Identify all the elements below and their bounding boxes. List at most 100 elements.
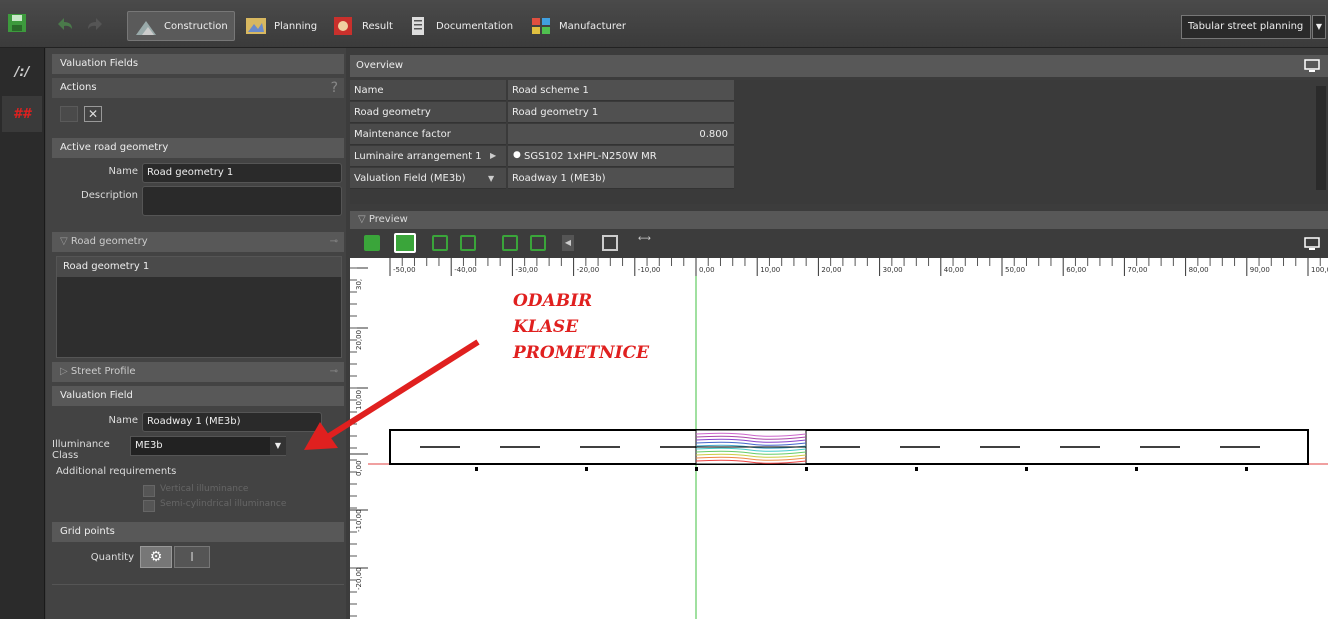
x-tick-label: 50,00 — [1005, 266, 1025, 274]
x-tick-label: 0,00 — [699, 266, 715, 274]
list-item[interactable]: Road geometry 1 — [57, 257, 341, 277]
construction-icon — [136, 21, 156, 35]
view-front-icon[interactable] — [432, 235, 448, 251]
row-value[interactable]: Roadway 1 (ME3b) — [508, 168, 734, 189]
pole-marker — [585, 467, 588, 471]
text-cursor-icon[interactable]: I — [174, 546, 210, 568]
chevron-down-icon[interactable]: ▼ — [1312, 15, 1326, 39]
description-label: Description — [81, 190, 138, 201]
measure-icon[interactable]: ⟷ — [638, 234, 651, 244]
main-toolbar: Construction Planning Result Documentati… — [0, 0, 1328, 48]
road-view-icon[interactable]: /:/ — [2, 54, 42, 90]
expand-icon: ▷ — [60, 366, 71, 377]
valuation-fields-header: Valuation Fields — [52, 54, 344, 74]
y-tick-label: -20,00 — [355, 567, 363, 590]
checkbox-label: Vertical illuminance — [160, 484, 249, 494]
divider — [52, 584, 344, 585]
geometry-name-input[interactable]: Road geometry 1 — [142, 163, 342, 183]
view-back-icon[interactable] — [460, 235, 476, 251]
road-hatch-icon[interactable]: ## — [2, 96, 42, 132]
table-row[interactable]: Valuation Field (ME3b) ▼ Roadway 1 (ME3b… — [350, 168, 735, 190]
row-name: Luminaire arrangement 1 — [350, 146, 506, 167]
vertical-illuminance-checkbox[interactable] — [143, 485, 155, 497]
redo-icon[interactable] — [84, 12, 106, 34]
pole-marker — [1245, 467, 1248, 471]
view-left-icon[interactable] — [502, 235, 518, 251]
x-tick-label: 80,00 — [1189, 266, 1209, 274]
row-value[interactable]: Road geometry 1 — [508, 102, 734, 123]
preview-header[interactable]: ▽ Preview — [350, 211, 1328, 229]
zoom-fit-icon[interactable] — [602, 235, 618, 251]
annotation-line: KLASE — [513, 317, 579, 337]
row-name: Road geometry — [350, 102, 506, 123]
chevron-left-icon[interactable]: ◀ — [562, 235, 574, 251]
annotation-line: ODABIR — [513, 291, 593, 311]
monitor-icon[interactable] — [1304, 237, 1320, 251]
row-value[interactable]: Road scheme 1 — [508, 80, 734, 101]
view-3d-icon[interactable] — [364, 235, 380, 251]
road-geometry-header[interactable]: ▽ Road geometry ⊸ — [52, 232, 344, 252]
section-title: Valuation Fields — [60, 58, 139, 69]
monitor-icon[interactable] — [1304, 59, 1320, 73]
x-tick-label: -30,00 — [515, 266, 538, 274]
annotation-text: ODABIR KLASE PROMETNICE — [513, 288, 649, 366]
manufacturer-icon — [532, 18, 550, 34]
tab-result[interactable]: Result — [326, 11, 399, 41]
section-title: Overview — [356, 60, 404, 71]
y-tick-label: 30, — [355, 279, 363, 290]
illuminance-class-label: Illuminance Class — [52, 439, 110, 461]
mode-select[interactable]: Tabular street planning — [1181, 15, 1311, 39]
section-title: Grid points — [60, 526, 115, 537]
tab-label: Construction — [164, 20, 228, 32]
planning-icon — [246, 18, 266, 34]
y-tick-label: -10,00 — [355, 509, 363, 532]
chevron-down-icon[interactable]: ▼ — [488, 174, 494, 183]
tab-construction[interactable]: Construction — [127, 11, 235, 41]
row-value[interactable]: SGS102 1xHPL-N250W MR — [508, 146, 734, 167]
table-row[interactable]: Name Road scheme 1 — [350, 80, 735, 102]
add-action-icon[interactable] — [60, 106, 78, 122]
pole-marker — [1025, 467, 1028, 471]
tab-label: Documentation — [436, 20, 514, 32]
row-name: Name — [350, 80, 506, 101]
gear-icon[interactable]: ⚙ — [140, 546, 172, 568]
view-top-icon[interactable] — [394, 233, 416, 253]
view-right-icon[interactable] — [530, 235, 546, 251]
section-title: Preview — [368, 214, 408, 225]
semi-cylindrical-illuminance-checkbox[interactable] — [143, 500, 155, 512]
pole-marker — [695, 467, 698, 471]
delete-action-icon[interactable]: ✕ — [84, 106, 102, 122]
pole-marker — [475, 467, 478, 471]
tab-label: Manufacturer — [559, 20, 626, 32]
table-row[interactable]: Maintenance factor 0.800 — [350, 124, 735, 146]
table-row[interactable]: Road geometry Road geometry 1 — [350, 102, 735, 124]
description-input[interactable] — [142, 186, 342, 216]
tab-manufacturer[interactable]: Manufacturer — [523, 11, 632, 41]
help-icon[interactable]: ? — [331, 78, 338, 98]
tab-planning[interactable]: Planning — [238, 11, 323, 41]
row-value[interactable]: 0.800 — [508, 124, 734, 145]
tab-label: Planning — [274, 20, 318, 32]
save-icon[interactable] — [6, 12, 28, 34]
scrollbar[interactable] — [1316, 86, 1326, 190]
x-tick-label: 100,0 — [1311, 266, 1328, 274]
y-tick-label: 0,00 — [355, 460, 363, 476]
pin-icon[interactable]: ⊸ — [330, 232, 338, 252]
table-row[interactable]: Luminaire arrangement 1 ▶ SGS102 1xHPL-N… — [350, 146, 735, 168]
x-tick-label: 70,00 — [1127, 266, 1147, 274]
view-strip: /:/ ## — [0, 48, 45, 619]
x-tick-label: -20,00 — [577, 266, 600, 274]
undo-icon[interactable] — [54, 12, 76, 34]
section-title: Valuation Field — [60, 390, 133, 401]
grid-points-header: Grid points — [52, 522, 344, 542]
name-label: Name — [108, 166, 138, 177]
row-name: Maintenance factor — [350, 124, 506, 145]
chevron-down-icon[interactable]: ▼ — [270, 437, 286, 455]
x-tick-label: 30,00 — [883, 266, 903, 274]
x-tick-label: 40,00 — [944, 266, 964, 274]
preview-canvas[interactable]: -50,00 -40,00 -30,00 -20,00 -10,00 0,00 10,00 2… — [350, 258, 1328, 619]
expand-icon[interactable]: ▶ — [490, 151, 496, 160]
x-tick-label: -50,00 — [393, 266, 416, 274]
tab-documentation[interactable]: Documentation — [400, 11, 519, 41]
illuminance-class-select[interactable]: ME3b — [130, 436, 286, 456]
